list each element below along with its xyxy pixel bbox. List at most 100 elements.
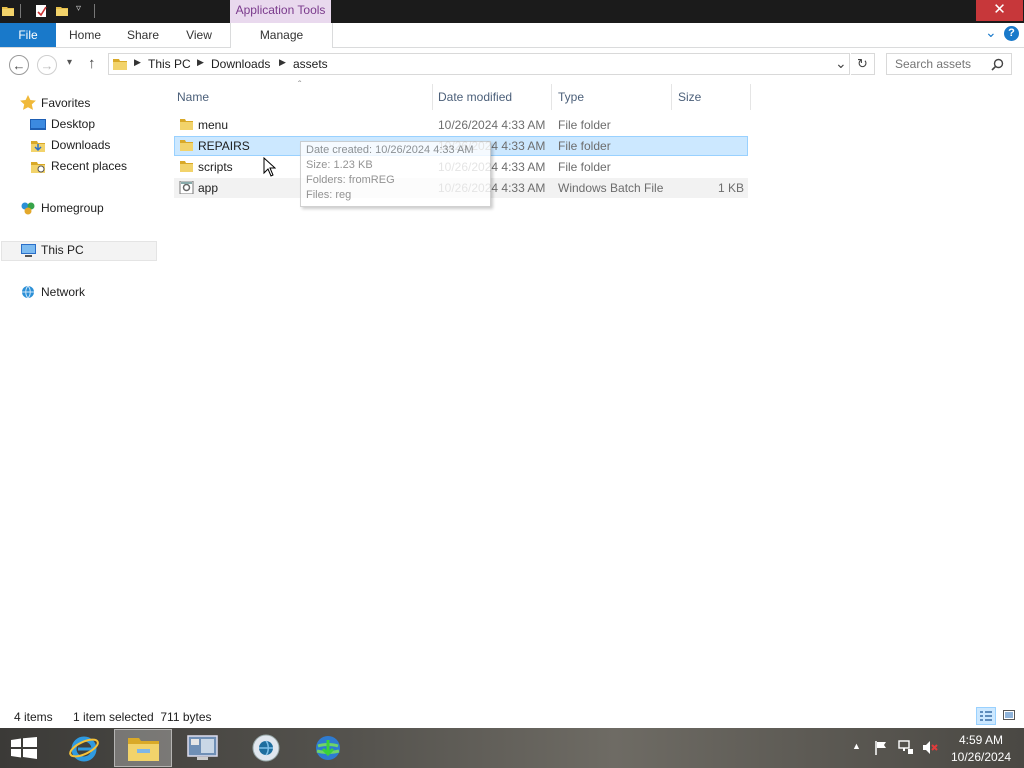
file-tab[interactable]: File: [0, 23, 56, 47]
sidebar-item-downloads[interactable]: Downloads: [51, 135, 110, 155]
back-button[interactable]: ←: [9, 55, 29, 75]
folder-icon: [113, 59, 127, 70]
tab-home[interactable]: Home: [60, 23, 110, 47]
batch-file-icon: [179, 181, 194, 194]
recent-locations-icon[interactable]: ▾: [67, 57, 72, 68]
expand-ribbon-icon[interactable]: ⌄: [985, 24, 997, 41]
taskbar: ▲ 4:59 AM 10/26/2024: [0, 728, 1024, 768]
file-type: File folder: [558, 139, 611, 153]
selection-info: 1 item selected 711 bytes: [73, 710, 212, 724]
folder-info-tooltip: Date created: 10/26/2024 4:33 AM Size: 1…: [300, 141, 491, 207]
homegroup-icon: [21, 202, 35, 215]
network-globe-icon: [252, 734, 280, 762]
ribbon-tabs: File Home Share View Manage ⌄ ?: [0, 23, 1024, 48]
tab-view[interactable]: View: [174, 23, 224, 47]
volume-muted-icon[interactable]: [922, 740, 939, 755]
downloads-icon: [31, 141, 45, 152]
show-hidden-icons-icon[interactable]: ▲: [852, 741, 861, 751]
windows-start-icon[interactable]: [11, 737, 37, 759]
search-input[interactable]: [887, 54, 995, 74]
item-count: 4 items: [14, 710, 53, 724]
toolbar-separator: [94, 4, 95, 18]
file-name: REPAIRS: [198, 139, 250, 153]
column-divider[interactable]: [432, 84, 433, 110]
column-divider[interactable]: [671, 84, 672, 110]
file-name: app: [198, 181, 219, 195]
clock-date[interactable]: 10/26/2024: [948, 750, 1014, 764]
folder-icon: [180, 140, 193, 151]
file-type: Windows Batch File: [558, 181, 664, 195]
folder-icon: [180, 161, 193, 172]
address-bar[interactable]: ▶ This PC ▶ Downloads ▶ assets ⌄: [108, 53, 850, 75]
recent-places-icon: [31, 162, 45, 173]
column-header-name[interactable]: Name: [177, 87, 209, 107]
title-bar: ▿ Application Tools ✕: [0, 0, 1024, 23]
column-divider[interactable]: [750, 84, 751, 110]
file-type: File folder: [558, 160, 611, 174]
file-name: scripts: [198, 160, 233, 174]
file-date-modified: 10/26/2024 4:33 AM: [438, 118, 546, 132]
close-button[interactable]: ✕: [976, 0, 1023, 21]
this-pc-icon: [21, 244, 36, 257]
breadcrumb-this-pc[interactable]: This PC: [148, 57, 191, 71]
large-icons-view-icon: [1003, 710, 1015, 720]
sidebar-item-this-pc[interactable]: This PC: [41, 240, 84, 260]
breadcrumb-separator[interactable]: ▶: [279, 57, 286, 68]
refresh-button[interactable]: ↻: [851, 53, 875, 75]
taskbar-download-manager[interactable]: [300, 729, 358, 767]
column-divider[interactable]: [551, 84, 552, 110]
breadcrumb-separator[interactable]: ▶: [134, 57, 141, 68]
mouse-cursor-icon: [263, 157, 276, 177]
tooltip-folders: Folders: fromREG: [306, 174, 395, 186]
sort-ascending-icon: ˆ: [298, 80, 302, 91]
internet-explorer-icon: [69, 736, 99, 762]
customize-quick-access-icon[interactable]: ▿: [76, 3, 81, 14]
sidebar-item-favorites[interactable]: Favorites: [41, 93, 90, 113]
breadcrumb-separator[interactable]: ▶: [197, 57, 204, 68]
sidebar-item-desktop[interactable]: Desktop: [51, 114, 95, 134]
taskbar-server-manager[interactable]: [174, 729, 232, 767]
column-header-size[interactable]: Size: [678, 87, 701, 107]
address-dropdown-icon[interactable]: ⌄: [835, 55, 847, 72]
file-row-menu[interactable]: menu 10/26/2024 4:33 AM File folder: [174, 115, 748, 135]
column-header-type[interactable]: Type: [558, 87, 584, 107]
help-icon[interactable]: ?: [1004, 26, 1019, 41]
details-view-icon: [980, 711, 992, 721]
breadcrumb-downloads[interactable]: Downloads: [211, 57, 270, 71]
details-view-button[interactable]: [976, 707, 996, 725]
sidebar-item-recent-places[interactable]: Recent places: [51, 156, 127, 176]
sidebar-item-network[interactable]: Network: [41, 282, 85, 302]
column-header-date-modified[interactable]: Date modified: [438, 87, 512, 107]
sidebar-item-homegroup[interactable]: Homegroup: [41, 198, 104, 218]
large-icons-view-button[interactable]: [999, 707, 1019, 725]
desktop-icon: [30, 119, 46, 130]
new-folder-icon[interactable]: [55, 4, 69, 18]
file-explorer-icon: [128, 738, 159, 761]
tooltip-size: Size: 1.23 KB: [306, 159, 373, 171]
search-icon[interactable]: [991, 58, 1004, 71]
tab-manage[interactable]: Manage: [230, 23, 333, 48]
toolbar-separator: [20, 4, 21, 18]
clock-time[interactable]: 4:59 AM: [952, 733, 1010, 747]
status-bar: 4 items 1 item selected 711 bytes: [0, 706, 1024, 728]
download-manager-icon: [316, 736, 340, 760]
navigation-bar: ← → ▾ ↑ ▶ This PC ▶ Downloads ▶ assets ⌄…: [0, 48, 1024, 82]
up-button[interactable]: ↑: [88, 55, 96, 72]
network-status-icon[interactable]: [898, 740, 914, 755]
taskbar-file-explorer[interactable]: [114, 729, 172, 767]
file-size: 1 KB: [717, 181, 744, 195]
action-center-flag-icon[interactable]: [874, 740, 888, 755]
application-tools-context-tab: Application Tools: [230, 0, 331, 23]
taskbar-internet-explorer[interactable]: [56, 729, 114, 767]
search-box[interactable]: [886, 53, 1012, 75]
navigation-pane: [0, 86, 160, 706]
taskbar-network-app[interactable]: [238, 729, 296, 767]
breadcrumb-assets[interactable]: assets: [293, 57, 328, 71]
server-manager-icon: [187, 735, 218, 760]
tooltip-date-created: Date created: 10/26/2024 4:33 AM: [306, 144, 474, 156]
forward-button[interactable]: →: [37, 55, 57, 75]
network-icon: [22, 285, 34, 299]
tooltip-files: Files: reg: [306, 189, 352, 201]
tab-share[interactable]: Share: [118, 23, 168, 47]
properties-icon[interactable]: [34, 4, 48, 18]
